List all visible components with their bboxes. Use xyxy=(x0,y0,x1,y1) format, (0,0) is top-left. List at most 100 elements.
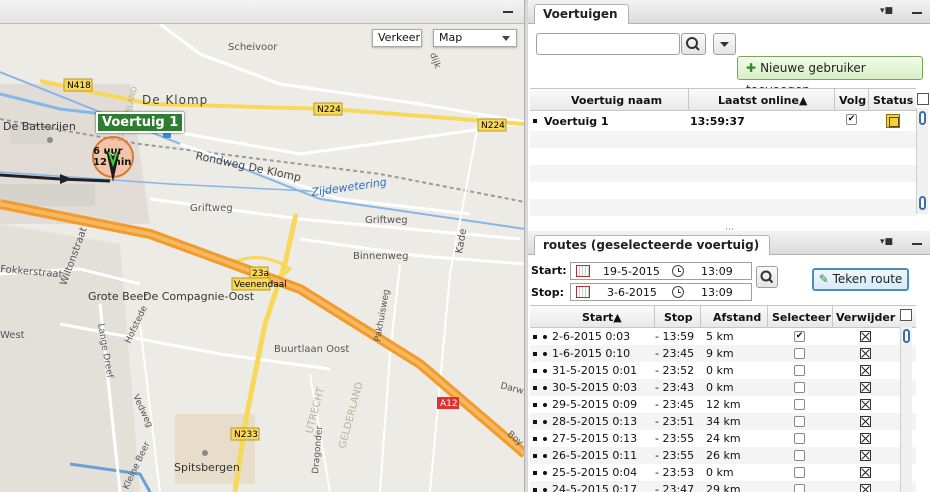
row-dot xyxy=(543,335,547,339)
minimize-icon[interactable] xyxy=(503,11,513,13)
vehicles-table-header: Voertuig naam Laatst online▲ Volg Status xyxy=(530,89,916,111)
routes-table-header: Start▲ Stop Afstand Selecteer Verwijder xyxy=(530,306,916,328)
column-separator xyxy=(654,306,655,328)
add-user-button[interactable]: ✚Nieuwe gebruiker toevoegen xyxy=(737,56,923,97)
vehicle-label[interactable]: Voertuig 1 xyxy=(96,112,185,133)
select-checkbox[interactable] xyxy=(794,433,805,444)
vehicles-scrollbar[interactable] xyxy=(916,108,928,214)
column-config-icon[interactable] xyxy=(917,93,929,105)
table-row[interactable]: 29-5-2015 0:09 - 23:45 12 km xyxy=(530,396,916,413)
row-bullet xyxy=(533,386,537,390)
delete-icon[interactable] xyxy=(860,433,871,444)
row-dot xyxy=(543,420,547,424)
column-config-icon[interactable] xyxy=(900,309,912,321)
stop-date: 3-6-2015 xyxy=(607,286,657,299)
route-stop: - 13:59 xyxy=(655,330,695,343)
select-checkbox[interactable] xyxy=(794,365,805,376)
draw-route-button[interactable]: ✎ Teken route xyxy=(812,268,909,291)
vehicle-pin-icon xyxy=(106,150,120,182)
row-bullet xyxy=(533,454,537,458)
select-checkbox[interactable] xyxy=(794,382,805,393)
select-checkbox[interactable] xyxy=(794,450,805,461)
select-checkbox[interactable] xyxy=(794,399,805,410)
table-row[interactable]: 28-5-2015 0:13 - 23:51 34 km xyxy=(530,413,916,430)
select-checkbox[interactable] xyxy=(794,484,805,492)
follow-checkbox[interactable]: ✔ xyxy=(846,114,857,125)
table-row[interactable]: 2-6-2015 0:03 - 13:59 5 km ✔ xyxy=(530,328,916,345)
minimize-icon[interactable] xyxy=(912,243,922,245)
clock-icon[interactable] xyxy=(672,286,684,298)
collapse-icon[interactable]: ▾■ xyxy=(880,237,893,247)
empty-row xyxy=(530,148,916,165)
col-follow[interactable]: Volg xyxy=(839,94,866,107)
select-checkbox[interactable] xyxy=(794,348,805,359)
select-checkbox[interactable]: ✔ xyxy=(794,331,805,342)
col-select[interactable]: Selecteer xyxy=(772,311,831,324)
delete-icon[interactable] xyxy=(860,348,871,359)
traffic-button[interactable]: Verkeer xyxy=(372,29,422,47)
col-delete[interactable]: Verwijder xyxy=(836,311,895,324)
calendar-icon[interactable] xyxy=(576,265,590,277)
route-distance: 0 km xyxy=(706,466,734,479)
collapse-icon[interactable]: ▾■ xyxy=(880,6,893,16)
map-type-select[interactable]: Map xyxy=(433,29,517,47)
delete-icon[interactable] xyxy=(860,484,871,492)
tab-routes[interactable]: routes (geselecteerde voertuig) xyxy=(534,235,771,255)
map-label: A12 xyxy=(440,399,458,409)
empty-row xyxy=(530,131,916,148)
delete-icon[interactable] xyxy=(860,416,871,427)
route-start: 2-6-2015 0:03 xyxy=(552,330,631,343)
route-start: 30-5-2015 0:03 xyxy=(552,381,638,394)
search-icon xyxy=(686,37,700,51)
routes-scrollbar[interactable] xyxy=(900,327,912,492)
delete-icon[interactable] xyxy=(860,382,871,393)
map-label: Buurtlaan Oost xyxy=(274,344,349,355)
col-start[interactable]: Start▲ xyxy=(582,311,622,324)
scroll-thumb-top[interactable] xyxy=(919,111,926,125)
filter-dropdown-button[interactable] xyxy=(713,33,736,55)
minimize-icon[interactable] xyxy=(912,12,922,14)
table-row[interactable]: 25-5-2015 0:04 - 23:53 0 km xyxy=(530,464,916,481)
column-separator xyxy=(832,306,833,328)
search-button[interactable] xyxy=(681,33,706,55)
row-dot xyxy=(543,369,547,373)
col-vehicle-name[interactable]: Voertuig naam xyxy=(571,94,662,107)
start-datetime-field[interactable]: 19-5-2015 13:09 xyxy=(570,262,752,280)
route-search-button[interactable] xyxy=(756,266,778,288)
route-start: 31-5-2015 0:01 xyxy=(552,364,638,377)
scroll-thumb-top[interactable] xyxy=(903,329,910,343)
route-stop: - 23:45 xyxy=(655,347,695,360)
table-row[interactable]: 26-5-2015 0:11 - 23:55 26 km xyxy=(530,447,916,464)
delete-icon[interactable] xyxy=(860,331,871,342)
select-checkbox[interactable] xyxy=(794,416,805,427)
col-status[interactable]: Status xyxy=(873,94,913,107)
table-row[interactable]: 31-5-2015 0:01 - 23:52 0 km xyxy=(530,362,916,379)
route-stop: - 23:55 xyxy=(655,432,695,445)
delete-icon[interactable] xyxy=(860,365,871,376)
delete-icon[interactable] xyxy=(860,399,871,410)
map-canvas[interactable]: N418 N224 N224 Scheivoor De Klomp De Bat… xyxy=(0,24,524,492)
table-row[interactable]: 27-5-2015 0:13 - 23:55 24 km xyxy=(530,430,916,447)
clock-icon[interactable] xyxy=(672,265,684,277)
stop-datetime-field[interactable]: 3-6-2015 13:09 xyxy=(570,283,752,301)
col-last-online[interactable]: Laatst online▲ xyxy=(718,94,807,107)
col-stop[interactable]: Stop xyxy=(664,311,693,324)
row-dot xyxy=(543,488,547,492)
map-label: N233 xyxy=(234,430,258,440)
calendar-icon[interactable] xyxy=(576,286,590,298)
table-row[interactable]: 24-5-2015 0:17 - 23:47 29 km xyxy=(530,481,916,492)
vehicles-table: Voertuig naam Laatst online▲ Volg Status… xyxy=(530,88,916,216)
delete-icon[interactable] xyxy=(860,467,871,478)
vehicle-search-input[interactable] xyxy=(536,33,680,55)
scroll-thumb-bottom[interactable] xyxy=(919,196,926,210)
row-dot xyxy=(543,386,547,390)
delete-icon[interactable] xyxy=(860,450,871,461)
route-distance: 9 km xyxy=(706,347,734,360)
table-row[interactable]: 1-6-2015 0:10 - 23:45 9 km xyxy=(530,345,916,362)
tab-voertuigen[interactable]: Voertuigen xyxy=(534,4,629,24)
map-label: N224 xyxy=(481,121,505,131)
col-distance[interactable]: Afstand xyxy=(713,311,761,324)
select-checkbox[interactable] xyxy=(794,467,805,478)
table-row[interactable]: 30-5-2015 0:03 - 23:43 0 km xyxy=(530,379,916,396)
table-row[interactable]: Voertuig 1 13:59:37 ✔ xyxy=(530,111,916,131)
